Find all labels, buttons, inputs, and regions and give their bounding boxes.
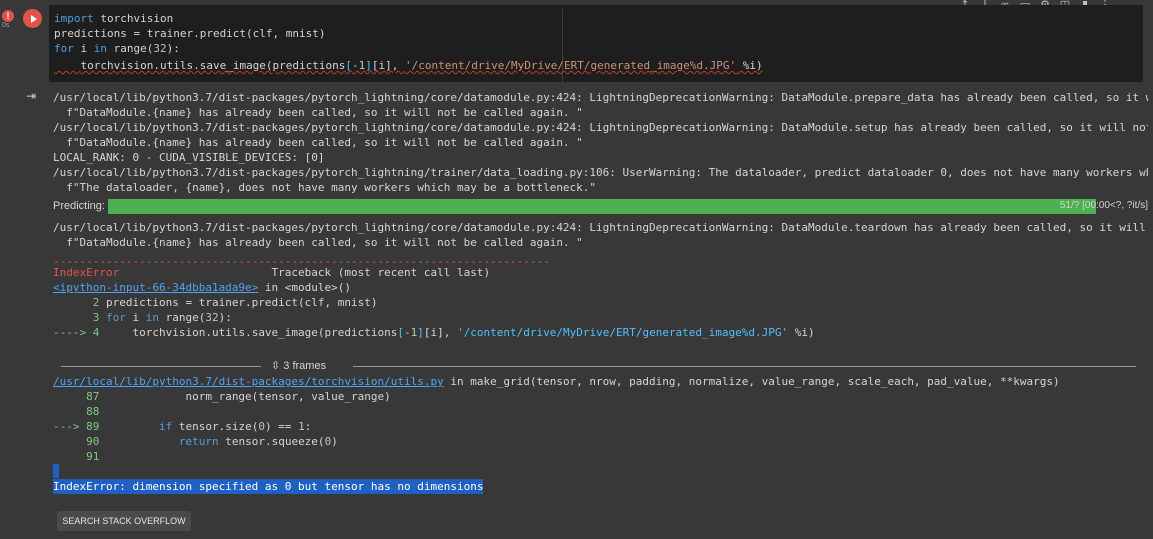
code-editor[interactable]: import torchvision predictions = trainer… [49, 5, 1143, 82]
output-line: /usr/local/lib/python3.7/dist-packages/p… [53, 121, 1148, 134]
output-line: f"DataModule.{name} has already been cal… [53, 136, 583, 149]
cell-output: /usr/local/lib/python3.7/dist-packages/p… [53, 88, 1148, 539]
output-line: LOCAL_RANK: 0 - CUDA_VISIBLE_DEVICES: [0… [53, 151, 325, 164]
traceback-code-line: 88 [53, 405, 100, 418]
code-cell: ! 0s ↑ ↓ ∞ ▭ ⚙ ◫ ▮ ⋮ import torchvision … [0, 0, 1153, 539]
play-icon [30, 14, 37, 23]
final-error-message: IndexError: dimension specified as 0 but… [53, 479, 484, 494]
frames-label: 3 frames [283, 360, 327, 372]
expand-frames-button[interactable]: ⇳ 3 frames [271, 359, 345, 373]
output-line: /usr/local/lib/python3.7/dist-packages/p… [53, 166, 1148, 179]
output-line: /usr/local/lib/python3.7/dist-packages/p… [53, 91, 1148, 104]
traceback-code-line: 91 [53, 450, 100, 463]
progress-bar [108, 199, 1096, 214]
run-cell-button[interactable] [23, 9, 42, 28]
code-line-3: for i in range(32): [54, 42, 180, 55]
code-line-4: torchvision.utils.save_image(predictions… [80, 59, 763, 72]
collapsed-frames: ⇳ 3 frames [61, 359, 1136, 373]
traceback-code-line: 87 norm_range(tensor, value_range) [53, 390, 391, 403]
code-line-2: predictions = trainer.predict(clf, mnist… [54, 27, 326, 40]
traceback-code-line: 90 return tensor.squeeze(0) [53, 435, 338, 448]
search-stack-overflow-button[interactable]: SEARCH STACK OVERFLOW [57, 511, 191, 531]
traceback-code-line: 3 for i in range(32): [53, 311, 232, 324]
output-toggle-icon[interactable]: ⇥ [26, 89, 36, 103]
output-line: /usr/local/lib/python3.7/dist-packages/p… [53, 221, 1148, 234]
output-line: f"DataModule.{name} has already been cal… [53, 106, 583, 119]
execution-time: 0s [2, 22, 10, 29]
error-badge-icon: ! [2, 10, 14, 22]
traceback-code-line: ---> 89 if tensor.size(0) == 1: [53, 420, 312, 433]
progress-fill [108, 199, 1096, 214]
progress-label: Predicting: [53, 200, 105, 212]
traceback-header: IndexError Traceback (most recent call l… [53, 266, 491, 279]
code-line-1: import torchvision [54, 12, 174, 25]
traceback-link-1[interactable]: <ipython-input-66-34dbba1ada9e> [53, 281, 258, 294]
frames-divider [61, 366, 261, 367]
chevron-updown-icon: ⇳ [271, 360, 284, 372]
traceback-frame-1: <ipython-input-66-34dbba1ada9e> in <modu… [53, 281, 352, 294]
selection-caret [53, 464, 59, 478]
traceback-frame-2: /usr/local/lib/python3.7/dist-packages/t… [53, 375, 1060, 388]
progress-stats: 51/? [00:00<?, ?it/s] [1059, 200, 1148, 211]
traceback-code-line: 2 predictions = trainer.predict(clf, mni… [53, 296, 378, 309]
output-line: f"DataModule.{name} has already been cal… [53, 236, 583, 249]
output-line: f"The dataloader, {name}, does not have … [53, 181, 597, 194]
traceback-link-2[interactable]: /usr/local/lib/python3.7/dist-packages/t… [53, 375, 444, 388]
frames-divider [353, 366, 1136, 367]
traceback-code-line: ----> 4 torchvision.utils.save_image(pre… [53, 326, 815, 339]
